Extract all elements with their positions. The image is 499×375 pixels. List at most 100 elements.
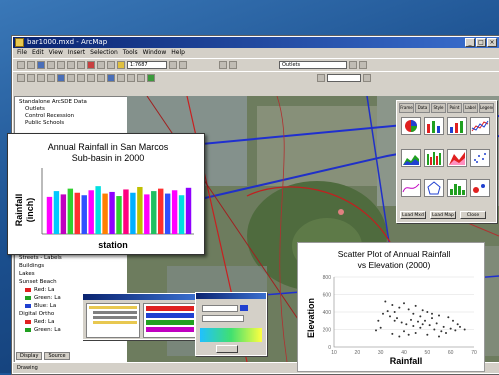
toc-layer[interactable]: Outlets — [25, 106, 45, 112]
undo-icon[interactable] — [97, 61, 105, 69]
copy-icon[interactable] — [67, 61, 75, 69]
zoom-in-icon[interactable] — [17, 74, 25, 82]
3d-bar-thumbnail[interactable] — [424, 117, 444, 135]
close-button[interactable]: × — [487, 38, 497, 47]
radar-chart-thumbnail[interactable] — [424, 179, 444, 197]
menu-edit[interactable]: Edit — [32, 48, 44, 57]
tab-label[interactable]: Label — [463, 103, 478, 113]
help-icon[interactable] — [179, 61, 187, 69]
tab-point[interactable]: Point — [447, 103, 462, 113]
tab-source[interactable]: Source — [44, 352, 70, 360]
stacked-chart-thumbnail[interactable] — [447, 149, 467, 167]
editor-icon[interactable] — [169, 61, 177, 69]
identify-icon[interactable] — [107, 74, 115, 82]
edit-tool-icon[interactable] — [229, 61, 237, 69]
rainfall-bar-chart: Annual Rainfall in San Marcos Sub-basin … — [7, 133, 205, 255]
scatter-point — [375, 329, 377, 332]
print-icon[interactable] — [47, 61, 55, 69]
add-data-icon[interactable] — [117, 61, 125, 69]
attributes-icon[interactable] — [359, 61, 367, 69]
toc-layer[interactable]: Buildings — [19, 263, 44, 269]
scale-combo[interactable]: 1:7687 — [127, 61, 167, 69]
histogram-thumbnail[interactable] — [447, 179, 467, 197]
maximize-button[interactable]: □ — [476, 38, 486, 47]
symbol-color-swatch[interactable] — [240, 305, 248, 311]
menu-view[interactable]: View — [49, 48, 63, 57]
arrow-icon[interactable] — [317, 74, 325, 82]
target-layer-combo[interactable]: Outlets — [279, 61, 347, 69]
legend-tree[interactable] — [86, 303, 140, 338]
hyperlink-icon[interactable] — [137, 74, 145, 82]
toc-layer[interactable]: Digital Ortho — [19, 311, 54, 317]
bar-chart-svg: Annual Rainfall in San Marcos Sub-basin … — [14, 142, 194, 250]
toc-legend-item: Green: La — [25, 327, 61, 333]
tab-legend[interactable]: Legend — [479, 103, 494, 113]
toc-layer[interactable]: Lakes — [19, 271, 35, 277]
close-panel-button[interactable]: Close — [460, 211, 486, 219]
find-icon[interactable] — [117, 74, 125, 82]
forward-icon[interactable] — [77, 74, 85, 82]
x-tick-label: 30 — [378, 350, 384, 356]
toc-layer[interactable]: Public Schools — [25, 120, 64, 126]
tab-display[interactable]: Display — [16, 352, 43, 360]
measure-icon[interactable] — [127, 74, 135, 82]
tab-style[interactable]: Style — [431, 103, 446, 113]
back-icon[interactable] — [67, 74, 75, 82]
delete-icon[interactable] — [87, 61, 95, 69]
redo-icon[interactable] — [107, 61, 115, 69]
y-tick-label: 400 — [323, 310, 332, 316]
size-field[interactable] — [202, 315, 244, 322]
font-size-combo[interactable] — [327, 74, 361, 82]
toc-layer[interactable]: Control Recession — [25, 113, 74, 119]
load-map-button[interactable]: Load Map — [430, 211, 456, 219]
load-mxd-button[interactable]: Load Mxd — [400, 211, 426, 219]
line-chart-thumbnail[interactable] — [470, 117, 490, 135]
bubble-chart-thumbnail[interactable] — [470, 179, 490, 197]
arcmap-app-icon — [15, 38, 24, 47]
save-icon[interactable] — [37, 61, 45, 69]
tab-frame[interactable]: Frame — [399, 103, 414, 113]
select-features-icon[interactable] — [87, 74, 95, 82]
scatter-point — [382, 312, 384, 315]
bar — [151, 191, 157, 234]
bold-icon[interactable] — [363, 74, 371, 82]
toc-legend-item: Blue: La — [25, 303, 56, 309]
globe-icon[interactable] — [57, 74, 65, 82]
toc-layer[interactable]: Standalone ArcSDE Data — [19, 99, 87, 105]
menu-help[interactable]: Help — [171, 48, 185, 57]
menu-tools[interactable]: Tools — [123, 48, 138, 57]
pan-icon[interactable] — [97, 74, 105, 82]
bar — [60, 194, 67, 234]
sketch-icon[interactable] — [219, 61, 227, 69]
menu-window[interactable]: Window — [143, 48, 167, 57]
toc-layer[interactable]: Sunset Beach — [19, 279, 57, 285]
color-ramp[interactable] — [200, 328, 262, 342]
chart-tool-icon[interactable] — [147, 74, 155, 82]
symbol-dialog-titlebar — [196, 293, 266, 299]
paste-icon[interactable] — [77, 61, 85, 69]
pie-chart-thumbnail[interactable] — [401, 117, 421, 135]
column-chart-thumbnail[interactable] — [424, 149, 444, 167]
open-icon[interactable] — [27, 61, 35, 69]
symbol-field[interactable] — [202, 305, 238, 312]
snapping-icon[interactable] — [349, 61, 357, 69]
new-icon[interactable] — [17, 61, 25, 69]
fixed-zoom-in-icon[interactable] — [37, 74, 45, 82]
ok-button[interactable] — [216, 345, 238, 353]
scatter-point — [391, 304, 394, 306]
menu-insert[interactable]: Insert — [68, 48, 85, 57]
legend-swatch-list[interactable] — [143, 303, 197, 338]
scatter-chart-thumbnail[interactable] — [470, 149, 490, 167]
area-chart-thumbnail[interactable] — [401, 149, 421, 167]
y-tick-label: 800 — [323, 275, 332, 281]
smooth-line-thumbnail[interactable] — [401, 179, 421, 197]
zoom-out-icon[interactable] — [27, 74, 35, 82]
menu-file[interactable]: File — [17, 48, 27, 57]
scatter-point — [421, 309, 424, 312]
menu-selection[interactable]: Selection — [90, 48, 118, 57]
minimize-button[interactable]: _ — [465, 38, 475, 47]
cut-icon[interactable] — [57, 61, 65, 69]
bar-chart-thumbnail[interactable] — [447, 117, 467, 135]
fixed-zoom-out-icon[interactable] — [47, 74, 55, 82]
tab-data[interactable]: Data — [415, 103, 430, 113]
